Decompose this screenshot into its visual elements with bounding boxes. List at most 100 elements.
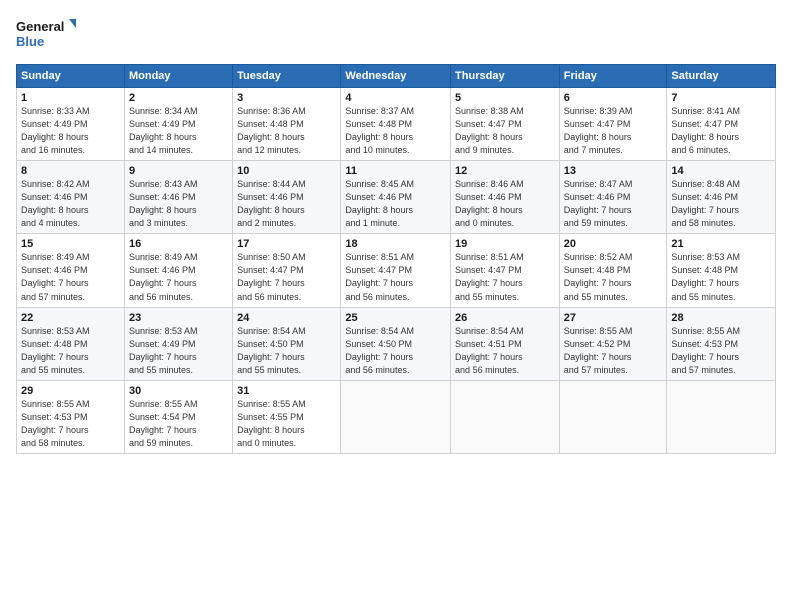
day-number: 8 xyxy=(21,165,120,177)
day-info: Sunrise: 8:55 AM Sunset: 4:53 PM Dayligh… xyxy=(671,325,771,377)
calendar-cell: 31Sunrise: 8:55 AM Sunset: 4:55 PM Dayli… xyxy=(233,380,341,453)
calendar-cell: 30Sunrise: 8:55 AM Sunset: 4:54 PM Dayli… xyxy=(124,380,232,453)
calendar-cell: 3Sunrise: 8:36 AM Sunset: 4:48 PM Daylig… xyxy=(233,88,341,161)
day-number: 5 xyxy=(455,92,555,104)
svg-text:Blue: Blue xyxy=(16,34,44,49)
day-number: 14 xyxy=(671,165,771,177)
day-number: 24 xyxy=(237,312,336,324)
calendar-cell: 23Sunrise: 8:53 AM Sunset: 4:49 PM Dayli… xyxy=(124,307,232,380)
calendar-table: SundayMondayTuesdayWednesdayThursdayFrid… xyxy=(16,64,776,454)
day-number: 21 xyxy=(671,238,771,250)
day-info: Sunrise: 8:53 AM Sunset: 4:49 PM Dayligh… xyxy=(129,325,228,377)
day-number: 6 xyxy=(564,92,663,104)
calendar-cell: 24Sunrise: 8:54 AM Sunset: 4:50 PM Dayli… xyxy=(233,307,341,380)
day-info: Sunrise: 8:49 AM Sunset: 4:46 PM Dayligh… xyxy=(21,251,120,303)
day-info: Sunrise: 8:51 AM Sunset: 4:47 PM Dayligh… xyxy=(345,251,446,303)
calendar-week-3: 15Sunrise: 8:49 AM Sunset: 4:46 PM Dayli… xyxy=(17,234,776,307)
day-info: Sunrise: 8:54 AM Sunset: 4:51 PM Dayligh… xyxy=(455,325,555,377)
day-info: Sunrise: 8:48 AM Sunset: 4:46 PM Dayligh… xyxy=(671,178,771,230)
day-info: Sunrise: 8:54 AM Sunset: 4:50 PM Dayligh… xyxy=(237,325,336,377)
calendar-cell: 15Sunrise: 8:49 AM Sunset: 4:46 PM Dayli… xyxy=(17,234,125,307)
calendar-cell: 6Sunrise: 8:39 AM Sunset: 4:47 PM Daylig… xyxy=(559,88,667,161)
calendar-cell: 10Sunrise: 8:44 AM Sunset: 4:46 PM Dayli… xyxy=(233,161,341,234)
day-info: Sunrise: 8:54 AM Sunset: 4:50 PM Dayligh… xyxy=(345,325,446,377)
day-number: 28 xyxy=(671,312,771,324)
day-number: 18 xyxy=(345,238,446,250)
column-header-sunday: Sunday xyxy=(17,65,125,88)
calendar-cell: 21Sunrise: 8:53 AM Sunset: 4:48 PM Dayli… xyxy=(667,234,776,307)
calendar-week-1: 1Sunrise: 8:33 AM Sunset: 4:49 PM Daylig… xyxy=(17,88,776,161)
calendar-cell: 27Sunrise: 8:55 AM Sunset: 4:52 PM Dayli… xyxy=(559,307,667,380)
calendar-week-5: 29Sunrise: 8:55 AM Sunset: 4:53 PM Dayli… xyxy=(17,380,776,453)
day-info: Sunrise: 8:55 AM Sunset: 4:52 PM Dayligh… xyxy=(564,325,663,377)
calendar-cell: 1Sunrise: 8:33 AM Sunset: 4:49 PM Daylig… xyxy=(17,88,125,161)
day-number: 30 xyxy=(129,385,228,397)
day-number: 9 xyxy=(129,165,228,177)
day-number: 16 xyxy=(129,238,228,250)
day-number: 29 xyxy=(21,385,120,397)
logo-svg: General Blue xyxy=(16,16,76,54)
day-info: Sunrise: 8:53 AM Sunset: 4:48 PM Dayligh… xyxy=(21,325,120,377)
calendar-cell xyxy=(667,380,776,453)
calendar-cell: 19Sunrise: 8:51 AM Sunset: 4:47 PM Dayli… xyxy=(451,234,560,307)
calendar-cell: 18Sunrise: 8:51 AM Sunset: 4:47 PM Dayli… xyxy=(341,234,451,307)
day-info: Sunrise: 8:38 AM Sunset: 4:47 PM Dayligh… xyxy=(455,105,555,157)
day-number: 7 xyxy=(671,92,771,104)
day-info: Sunrise: 8:51 AM Sunset: 4:47 PM Dayligh… xyxy=(455,251,555,303)
calendar-cell: 9Sunrise: 8:43 AM Sunset: 4:46 PM Daylig… xyxy=(124,161,232,234)
day-number: 27 xyxy=(564,312,663,324)
day-number: 17 xyxy=(237,238,336,250)
column-header-monday: Monday xyxy=(124,65,232,88)
calendar-cell: 11Sunrise: 8:45 AM Sunset: 4:46 PM Dayli… xyxy=(341,161,451,234)
calendar-week-2: 8Sunrise: 8:42 AM Sunset: 4:46 PM Daylig… xyxy=(17,161,776,234)
day-info: Sunrise: 8:43 AM Sunset: 4:46 PM Dayligh… xyxy=(129,178,228,230)
calendar-cell: 14Sunrise: 8:48 AM Sunset: 4:46 PM Dayli… xyxy=(667,161,776,234)
day-info: Sunrise: 8:55 AM Sunset: 4:54 PM Dayligh… xyxy=(129,398,228,450)
day-number: 26 xyxy=(455,312,555,324)
logo: General Blue xyxy=(16,16,76,54)
day-number: 31 xyxy=(237,385,336,397)
day-info: Sunrise: 8:44 AM Sunset: 4:46 PM Dayligh… xyxy=(237,178,336,230)
day-info: Sunrise: 8:39 AM Sunset: 4:47 PM Dayligh… xyxy=(564,105,663,157)
day-number: 15 xyxy=(21,238,120,250)
column-header-wednesday: Wednesday xyxy=(341,65,451,88)
day-number: 20 xyxy=(564,238,663,250)
calendar-cell: 5Sunrise: 8:38 AM Sunset: 4:47 PM Daylig… xyxy=(451,88,560,161)
day-number: 12 xyxy=(455,165,555,177)
day-number: 19 xyxy=(455,238,555,250)
calendar-header: SundayMondayTuesdayWednesdayThursdayFrid… xyxy=(17,65,776,88)
column-header-thursday: Thursday xyxy=(451,65,560,88)
svg-text:General: General xyxy=(16,19,64,34)
calendar-cell: 4Sunrise: 8:37 AM Sunset: 4:48 PM Daylig… xyxy=(341,88,451,161)
calendar-cell xyxy=(341,380,451,453)
calendar-cell: 26Sunrise: 8:54 AM Sunset: 4:51 PM Dayli… xyxy=(451,307,560,380)
day-number: 1 xyxy=(21,92,120,104)
calendar-cell: 22Sunrise: 8:53 AM Sunset: 4:48 PM Dayli… xyxy=(17,307,125,380)
day-info: Sunrise: 8:42 AM Sunset: 4:46 PM Dayligh… xyxy=(21,178,120,230)
day-info: Sunrise: 8:46 AM Sunset: 4:46 PM Dayligh… xyxy=(455,178,555,230)
day-info: Sunrise: 8:55 AM Sunset: 4:55 PM Dayligh… xyxy=(237,398,336,450)
column-header-tuesday: Tuesday xyxy=(233,65,341,88)
day-number: 11 xyxy=(345,165,446,177)
calendar-cell: 12Sunrise: 8:46 AM Sunset: 4:46 PM Dayli… xyxy=(451,161,560,234)
calendar-cell: 13Sunrise: 8:47 AM Sunset: 4:46 PM Dayli… xyxy=(559,161,667,234)
day-number: 13 xyxy=(564,165,663,177)
day-number: 4 xyxy=(345,92,446,104)
calendar-cell xyxy=(559,380,667,453)
column-header-friday: Friday xyxy=(559,65,667,88)
calendar-cell: 7Sunrise: 8:41 AM Sunset: 4:47 PM Daylig… xyxy=(667,88,776,161)
day-info: Sunrise: 8:52 AM Sunset: 4:48 PM Dayligh… xyxy=(564,251,663,303)
day-info: Sunrise: 8:33 AM Sunset: 4:49 PM Dayligh… xyxy=(21,105,120,157)
calendar-cell: 20Sunrise: 8:52 AM Sunset: 4:48 PM Dayli… xyxy=(559,234,667,307)
day-number: 22 xyxy=(21,312,120,324)
day-info: Sunrise: 8:36 AM Sunset: 4:48 PM Dayligh… xyxy=(237,105,336,157)
calendar-week-4: 22Sunrise: 8:53 AM Sunset: 4:48 PM Dayli… xyxy=(17,307,776,380)
calendar-cell: 16Sunrise: 8:49 AM Sunset: 4:46 PM Dayli… xyxy=(124,234,232,307)
day-info: Sunrise: 8:47 AM Sunset: 4:46 PM Dayligh… xyxy=(564,178,663,230)
calendar-cell: 17Sunrise: 8:50 AM Sunset: 4:47 PM Dayli… xyxy=(233,234,341,307)
day-info: Sunrise: 8:37 AM Sunset: 4:48 PM Dayligh… xyxy=(345,105,446,157)
day-info: Sunrise: 8:55 AM Sunset: 4:53 PM Dayligh… xyxy=(21,398,120,450)
calendar-cell: 2Sunrise: 8:34 AM Sunset: 4:49 PM Daylig… xyxy=(124,88,232,161)
day-info: Sunrise: 8:45 AM Sunset: 4:46 PM Dayligh… xyxy=(345,178,446,230)
calendar-cell xyxy=(451,380,560,453)
